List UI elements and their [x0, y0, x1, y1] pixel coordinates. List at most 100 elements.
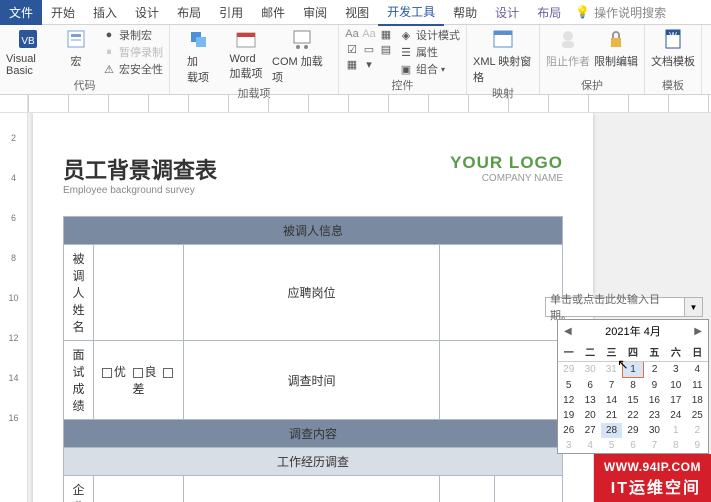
xml-mapping-button[interactable]: XML 映射窗格	[473, 27, 533, 85]
cal-day[interactable]: 5	[558, 378, 579, 394]
props-icon: ☰	[399, 45, 413, 59]
cal-next-button[interactable]: ▶	[694, 326, 702, 337]
cal-day[interactable]: 22	[622, 408, 643, 423]
date-picker-field[interactable]: 单击或点击此处输入日期。 ▼	[545, 297, 703, 317]
control-legacy-button[interactable]: ▦▾	[345, 57, 395, 71]
tab-1[interactable]: 插入	[84, 0, 126, 25]
tab-2[interactable]: 设计	[126, 0, 168, 25]
cal-day[interactable]: 10	[665, 378, 686, 394]
tab-3[interactable]: 布局	[168, 0, 210, 25]
cal-day[interactable]: 6	[579, 378, 600, 394]
group-control-button[interactable]: ▣组合▾	[399, 61, 460, 77]
group-icon: ▣	[399, 62, 413, 76]
cal-day[interactable]: 7	[644, 438, 665, 453]
tab-bar: 文件 开始插入设计布局引用邮件审阅视图开发工具帮助设计布局💡操作说明搜索	[0, 0, 711, 25]
block-authors-button[interactable]: 阻止作者	[546, 27, 590, 69]
cal-day[interactable]: 1	[665, 423, 686, 438]
addins-button[interactable]: 加 载项	[176, 27, 220, 85]
tab-9[interactable]: 帮助	[444, 0, 486, 25]
cal-day[interactable]: 5	[601, 438, 622, 453]
cal-day[interactable]: 24	[665, 408, 686, 423]
cal-day[interactable]: 8	[622, 378, 643, 394]
cal-day[interactable]: 2	[644, 362, 665, 378]
group-code: VB Visual Basic 宏 ●录制宏 ⏸暂停录制 ⚠宏安全性 代码	[0, 25, 170, 94]
cal-day[interactable]: 13	[579, 393, 600, 408]
cal-day[interactable]: 9	[644, 378, 665, 394]
record-macro-button[interactable]: ●录制宏	[102, 27, 163, 43]
tab-0[interactable]: 开始	[42, 0, 84, 25]
cal-day[interactable]: 7	[601, 378, 622, 394]
cal-day[interactable]: 6	[622, 438, 643, 453]
cal-prev-button[interactable]: ◀	[564, 326, 572, 337]
cal-day[interactable]: 2	[687, 423, 708, 438]
pause-icon: ⏸	[102, 45, 116, 59]
cal-day[interactable]: 28	[601, 423, 622, 438]
cal-day[interactable]: 15	[622, 393, 643, 408]
control-text-button[interactable]: AaAa▦	[345, 27, 395, 41]
tab-6[interactable]: 审阅	[294, 0, 336, 25]
cal-day[interactable]: 25	[687, 408, 708, 423]
tab-10[interactable]: 设计	[486, 0, 528, 25]
design-mode-button[interactable]: ◈设计模式	[399, 27, 460, 43]
cal-day[interactable]: 11	[687, 378, 708, 394]
group-addins: 加 载项 Word 加载项 COM 加载项 加载项	[170, 25, 339, 94]
word-addins-button[interactable]: Word 加载项	[224, 27, 268, 81]
ruler-vertical: 246810121416	[0, 113, 28, 502]
com-addins-button[interactable]: COM 加载项	[272, 27, 332, 85]
properties-button[interactable]: ☰属性	[399, 44, 460, 60]
cal-day[interactable]: 26	[558, 423, 579, 438]
cal-day[interactable]: 30	[644, 423, 665, 438]
cal-day[interactable]: 16	[644, 393, 665, 408]
cal-day[interactable]: 4	[687, 362, 708, 378]
date-dropdown-button[interactable]: ▼	[684, 298, 702, 316]
cal-day[interactable]: 14	[601, 393, 622, 408]
cal-day[interactable]: 3	[558, 438, 579, 453]
cal-day[interactable]: 4	[579, 438, 600, 453]
cal-day[interactable]: 30	[579, 362, 600, 378]
macro-security-button[interactable]: ⚠宏安全性	[102, 61, 163, 77]
cal-day[interactable]: 8	[665, 438, 686, 453]
doc-template-button[interactable]: W文档模板	[651, 27, 695, 69]
cal-day[interactable]: 17	[665, 393, 686, 408]
cal-day[interactable]: 21	[601, 408, 622, 423]
group-controls: AaAa▦ ☑▭▤ ▦▾ ◈设计模式 ☰属性 ▣组合▾ 控件	[339, 25, 467, 94]
cal-day[interactable]: 18	[687, 393, 708, 408]
section-header: 被调人信息	[64, 217, 563, 245]
tab-11[interactable]: 布局	[528, 0, 570, 25]
checkbox-b[interactable]	[133, 368, 143, 378]
calendar-grid: 一二三四五六日 29303112345678910111213141516171…	[558, 342, 708, 453]
cal-day[interactable]: 23	[644, 408, 665, 423]
visual-basic-button[interactable]: VB Visual Basic	[6, 27, 50, 77]
cal-day[interactable]: 20	[579, 408, 600, 423]
checkbox-a[interactable]	[102, 368, 112, 378]
restrict-edit-button[interactable]: 限制编辑	[594, 27, 638, 69]
cal-day[interactable]: 29	[622, 423, 643, 438]
tab-4[interactable]: 引用	[210, 0, 252, 25]
tab-file[interactable]: 文件	[0, 0, 42, 25]
pause-record-button[interactable]: ⏸暂停录制	[102, 44, 163, 60]
tab-7[interactable]: 视图	[336, 0, 378, 25]
lock-icon	[604, 27, 628, 51]
cal-day[interactable]: 19	[558, 408, 579, 423]
cal-day[interactable]: 31	[601, 362, 622, 378]
macro-button[interactable]: 宏	[54, 27, 98, 69]
cal-day[interactable]: 1	[622, 362, 643, 378]
cal-day[interactable]: 3	[665, 362, 686, 378]
cal-day[interactable]: 29	[558, 362, 579, 378]
cal-day[interactable]: 12	[558, 393, 579, 408]
design-icon: ◈	[399, 28, 413, 42]
calendar-popup[interactable]: ◀ 2021年 4月 ▶ 一二三四五六日 2930311234567891011…	[557, 319, 709, 454]
section-header-2: 调查内容	[64, 420, 563, 448]
tell-me-search[interactable]: 💡操作说明搜索	[575, 4, 666, 21]
document-page: 员工背景调查表 Employee background survey YOUR …	[33, 113, 593, 502]
logo-placeholder: YOUR LOGO	[450, 153, 563, 173]
record-icon: ●	[102, 28, 116, 42]
tab-8[interactable]: 开发工具	[378, 0, 444, 26]
cal-day[interactable]: 9	[687, 438, 708, 453]
xml-icon	[491, 27, 515, 51]
cal-day[interactable]: 27	[579, 423, 600, 438]
com-addin-icon	[290, 27, 314, 51]
tab-5[interactable]: 邮件	[252, 0, 294, 25]
checkbox-c[interactable]	[163, 368, 173, 378]
control-check-button[interactable]: ☑▭▤	[345, 42, 395, 56]
